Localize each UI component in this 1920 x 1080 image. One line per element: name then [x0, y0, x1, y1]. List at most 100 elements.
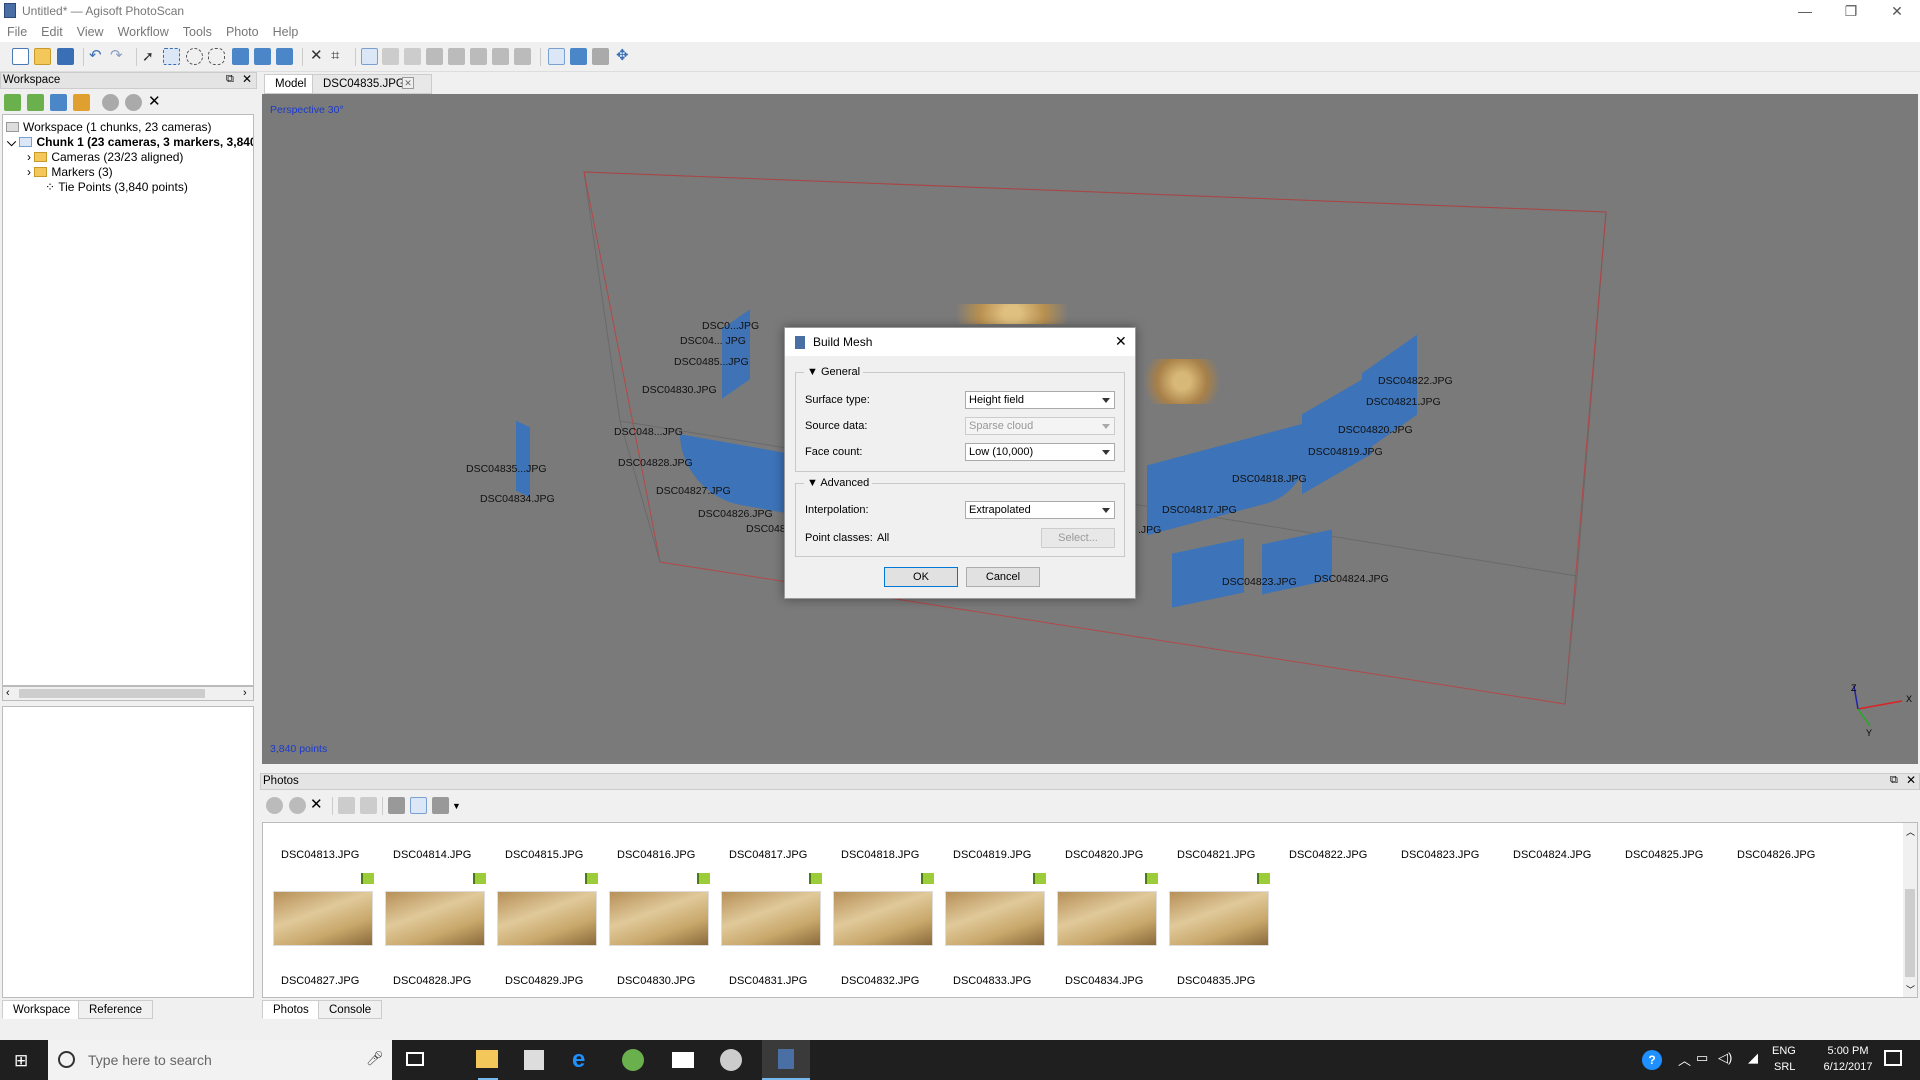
redo-icon[interactable]: ↷	[110, 48, 127, 65]
crop-selection-icon[interactable]: ⌗	[331, 48, 348, 65]
shaded-model-icon[interactable]	[404, 48, 421, 65]
tab-reference[interactable]: Reference	[78, 1000, 154, 1019]
scroll-thumb[interactable]	[19, 689, 205, 698]
camera-plane[interactable]	[516, 420, 530, 498]
expand-chevron-icon[interactable]: ›	[27, 150, 31, 164]
store-icon[interactable]	[524, 1050, 544, 1070]
edge-browser-icon[interactable]: e	[572, 1046, 585, 1074]
dem-icon[interactable]	[514, 48, 531, 65]
wireframe-icon[interactable]	[448, 48, 465, 65]
scroll-up-icon[interactable]: ︿	[1906, 825, 1915, 838]
clock-time[interactable]: 5:00 PM	[1816, 1045, 1880, 1057]
notifications-icon[interactable]	[1884, 1050, 1902, 1066]
surface-type-select[interactable]: Height field	[965, 391, 1115, 409]
workspace-hscrollbar[interactable]: ‹ ›	[2, 686, 254, 701]
new-file-icon[interactable]	[12, 48, 29, 65]
utorrent-icon[interactable]	[622, 1049, 644, 1071]
add-folder-icon[interactable]	[50, 94, 67, 111]
tab-photos[interactable]: Photos	[262, 1000, 320, 1019]
show-cameras-icon[interactable]	[548, 48, 565, 65]
tiled-model-icon[interactable]	[492, 48, 509, 65]
float-panel-icon[interactable]: ⧉	[1890, 774, 1898, 787]
close-tab-icon[interactable]: ✕	[402, 77, 414, 89]
taskbar-search-box[interactable]: Type here to search 🎤︎	[48, 1040, 392, 1080]
tree-chunk[interactable]: ⌵ Chunk 1 (23 cameras, 3 markers, 3,840	[7, 135, 253, 150]
remove-items-icon[interactable]: ✕	[148, 92, 165, 110]
volume-icon[interactable]: ◁)	[1718, 1050, 1732, 1066]
float-panel-icon[interactable]: ⧉	[226, 73, 234, 86]
photo-thumbnail[interactable]	[833, 891, 933, 946]
photo-thumbnail[interactable]	[273, 891, 373, 946]
dense-cloud-icon[interactable]	[382, 48, 399, 65]
point-cloud-icon[interactable]	[361, 48, 378, 65]
photo-thumbnail[interactable]	[385, 891, 485, 946]
scroll-thumb[interactable]	[1905, 889, 1915, 977]
solid-model-icon[interactable]	[426, 48, 443, 65]
photo-thumbnail[interactable]	[1169, 891, 1269, 946]
photo-thumbnail[interactable]	[1057, 891, 1157, 946]
menu-help[interactable]: Help	[266, 22, 306, 42]
disable-cameras-icon[interactable]	[289, 797, 306, 814]
minimize-button[interactable]: —	[1782, 0, 1828, 22]
advanced-header[interactable]: ▼ Advanced	[804, 477, 873, 489]
tree-markers[interactable]: › Markers (3)	[27, 165, 113, 179]
remove-cameras-icon[interactable]: ✕	[310, 795, 327, 813]
tab-console[interactable]: Console	[318, 1000, 383, 1019]
add-marker-icon[interactable]	[73, 94, 90, 111]
task-view-icon[interactable]	[406, 1052, 424, 1066]
tree-tiepoints[interactable]: ⁘ Tie Points (3,840 points)	[45, 180, 188, 194]
view-mode-icon[interactable]	[432, 797, 449, 814]
move-region-icon[interactable]	[232, 48, 249, 65]
navigation-icon[interactable]: ➚	[142, 48, 159, 65]
clock-date[interactable]: 6/12/2017	[1816, 1061, 1880, 1073]
show-region-icon[interactable]	[592, 48, 609, 65]
menu-tools[interactable]: Tools	[176, 22, 219, 42]
rotate-region-icon[interactable]	[276, 48, 293, 65]
disable-icon[interactable]	[125, 94, 142, 111]
help-icon[interactable]: ?	[1642, 1050, 1662, 1070]
add-photos-icon[interactable]	[27, 94, 44, 111]
general-header[interactable]: ▼ General	[804, 366, 864, 378]
tree-cameras[interactable]: › Cameras (23/23 aligned)	[27, 150, 183, 164]
microphone-icon[interactable]: 🎤︎	[366, 1050, 384, 1067]
windows-start-icon[interactable]: ⊞	[14, 1051, 28, 1071]
menu-workflow[interactable]: Workflow	[111, 22, 176, 42]
app-icon[interactable]	[720, 1049, 742, 1071]
rotate-left-icon[interactable]	[338, 797, 355, 814]
photo-thumbnail[interactable]	[721, 891, 821, 946]
rotate-right-icon[interactable]	[360, 797, 377, 814]
face-count-select[interactable]: Low (10,000)	[965, 443, 1115, 461]
photo-thumbnail[interactable]	[609, 891, 709, 946]
interpolation-select[interactable]: Extrapolated	[965, 501, 1115, 519]
enable-cameras-icon[interactable]	[266, 797, 283, 814]
reset-filter-icon[interactable]	[410, 797, 427, 814]
mail-icon[interactable]	[672, 1052, 694, 1068]
add-chunk-icon[interactable]	[4, 94, 21, 111]
filter-icon[interactable]	[388, 797, 405, 814]
photos-vscrollbar[interactable]: ︿ ﹀	[1903, 823, 1917, 997]
menu-view[interactable]: View	[70, 22, 111, 42]
close-panel-icon[interactable]: ✕	[1906, 773, 1916, 787]
ok-button[interactable]: OK	[884, 567, 958, 587]
photo-thumbnail[interactable]	[945, 891, 1045, 946]
scroll-left-icon[interactable]: ‹	[6, 687, 10, 699]
locale-indicator[interactable]: SRL	[1774, 1061, 1795, 1073]
tree-root[interactable]: Workspace (1 chunks, 23 cameras)	[6, 120, 212, 134]
wifi-icon[interactable]: ◢	[1748, 1050, 1758, 1066]
network-icon[interactable]: ▭	[1696, 1050, 1708, 1066]
photo-thumbnail[interactable]	[497, 891, 597, 946]
rect-select-icon[interactable]	[163, 48, 180, 65]
menu-file[interactable]: File	[0, 22, 34, 42]
close-window-button[interactable]: ✕	[1874, 0, 1920, 22]
dialog-close-icon[interactable]: ✕	[1115, 333, 1127, 350]
resize-region-icon[interactable]	[254, 48, 271, 65]
close-panel-icon[interactable]: ✕	[242, 72, 252, 86]
delete-selection-icon[interactable]: ✕	[310, 48, 327, 65]
tab-workspace[interactable]: Workspace	[2, 1000, 82, 1019]
chevron-up-icon[interactable]: ︿	[1678, 1050, 1691, 1069]
language-indicator[interactable]: ENG	[1772, 1045, 1796, 1057]
scroll-down-icon[interactable]: ﹀	[1906, 983, 1915, 996]
scroll-right-icon[interactable]: ›	[243, 687, 247, 699]
reset-view-icon[interactable]: ✥	[616, 48, 633, 65]
menu-photo[interactable]: Photo	[219, 22, 266, 42]
